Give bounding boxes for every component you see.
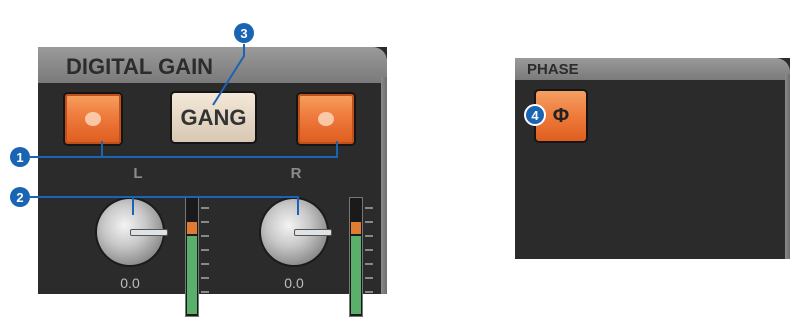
left-level-meter — [185, 197, 199, 317]
meter-level-segment — [351, 236, 361, 314]
knob-indicator — [130, 229, 168, 236]
channel-on-icon — [85, 112, 101, 126]
callout-marker-3: 3 — [234, 23, 254, 43]
panel-frame-rail — [785, 74, 790, 259]
right-gain-knob[interactable] — [261, 199, 332, 265]
right-channel-on-button[interactable] — [298, 94, 354, 144]
gang-button[interactable]: GANG — [172, 93, 255, 142]
knob-indicator — [294, 229, 332, 236]
meter-peak-segment — [187, 222, 197, 234]
digital-gain-panel: DIGITAL GAIN GANG L R 0.0 0.0 — [38, 47, 387, 317]
callout-marker-2: 2 — [10, 187, 30, 207]
panel-frame-rail — [381, 77, 387, 294]
left-channel-label: L — [133, 165, 143, 182]
digital-gain-title: DIGITAL GAIN — [38, 47, 387, 83]
callout-marker-4: 4 — [524, 104, 546, 126]
phase-panel: PHASE Φ — [515, 58, 790, 259]
right-gain-value: 0.0 — [284, 275, 304, 291]
meter-level-segment — [187, 236, 197, 314]
channel-on-icon — [318, 112, 334, 126]
phase-title: PHASE — [515, 58, 790, 80]
left-gain-value: 0.0 — [120, 275, 140, 291]
meter-peak-segment — [351, 222, 361, 234]
callout-marker-1: 1 — [10, 147, 30, 167]
left-channel-on-button[interactable] — [65, 94, 121, 144]
left-gain-knob[interactable] — [97, 199, 168, 265]
right-channel-label: R — [290, 165, 302, 182]
right-level-meter — [349, 197, 363, 317]
